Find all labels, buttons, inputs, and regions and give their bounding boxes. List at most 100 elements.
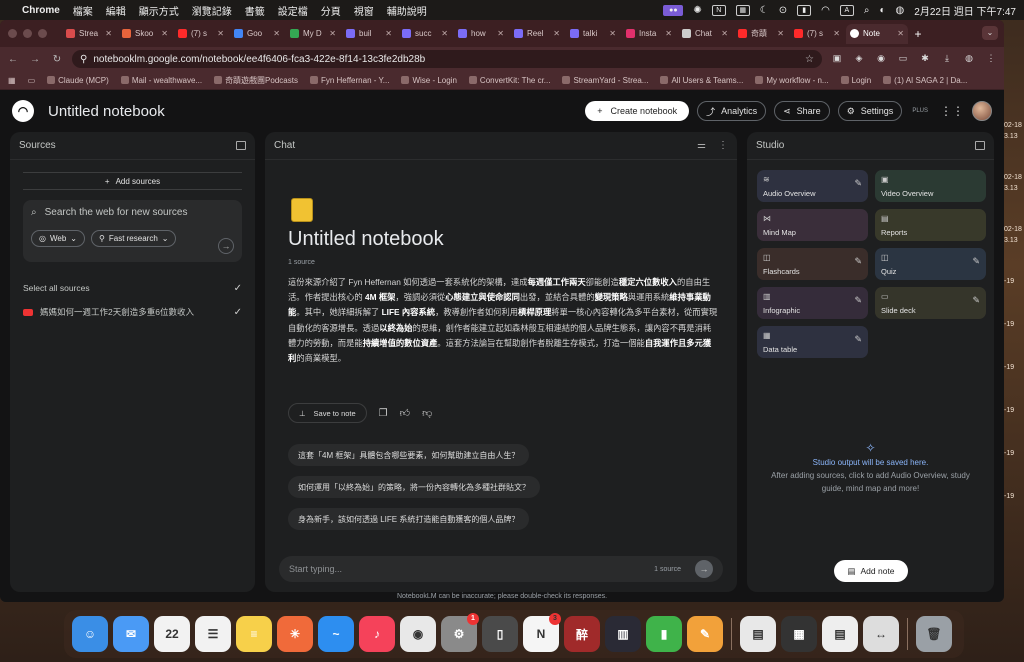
- select-all-row[interactable]: Select all sources ✓: [23, 276, 242, 300]
- tab-active[interactable]: Note ✕: [846, 23, 908, 44]
- brightness-icon[interactable]: ✺: [693, 5, 701, 16]
- bookmark-item[interactable]: StreamYard - Strea...: [562, 75, 648, 86]
- close-tab-icon[interactable]: ✕: [497, 29, 504, 38]
- studio-tile-infographic[interactable]: ▥ Infographic ✎: [757, 287, 868, 319]
- menu-item[interactable]: 檔案: [73, 3, 93, 18]
- avatar[interactable]: [972, 101, 992, 121]
- source-item[interactable]: 媽媽如何一週工作2天創造多重6位數收入 ✓: [23, 300, 242, 324]
- screen-record-icon[interactable]: ●●: [663, 4, 684, 16]
- studio-tile-mind-map[interactable]: ⋈ Mind Map: [757, 209, 868, 241]
- minimize-window-button[interactable]: [23, 29, 32, 38]
- dock-screenshot-1-icon[interactable]: ▦: [781, 616, 817, 652]
- extension-icon-2[interactable]: ◈: [852, 53, 866, 65]
- analytics-button[interactable]: ⤴ Analytics: [697, 101, 767, 121]
- zoom-window-button[interactable]: [38, 29, 47, 38]
- dock-system-settings-icon[interactable]: ⚙ 1: [441, 613, 479, 652]
- profile-icon[interactable]: ◍: [962, 53, 976, 65]
- menu-item[interactable]: 視窗: [354, 3, 374, 18]
- create-notebook-button[interactable]: + Create notebook: [585, 101, 690, 121]
- source-checkbox[interactable]: ✓: [234, 307, 242, 318]
- dock-notes-icon[interactable]: ≡: [236, 616, 272, 652]
- dock-pages-icon[interactable]: ✎: [687, 616, 723, 652]
- back-icon[interactable]: ←: [6, 54, 20, 65]
- edit-pencil-icon[interactable]: ✎: [854, 334, 862, 345]
- thumbs-up-icon[interactable]: 👍︎: [400, 407, 410, 419]
- dock-trash-icon[interactable]: 🗑: [916, 616, 952, 652]
- dock-screenshot-2-icon[interactable]: ↔: [863, 616, 899, 652]
- menubar-datetime[interactable]: 2月22日 週日 下午7:47: [914, 3, 1016, 18]
- apps-icon[interactable]: ▦: [8, 76, 16, 85]
- edit-pencil-icon[interactable]: ✎: [854, 178, 862, 189]
- web-source-dropdown[interactable]: ◎ Web ⌄: [31, 230, 85, 247]
- dock-app-dark-icon[interactable]: ▥: [605, 616, 641, 652]
- tab-search-button[interactable]: ⌄: [982, 26, 998, 40]
- add-sources-button[interactable]: + Add sources: [23, 172, 242, 190]
- browser-tab[interactable]: Strea ✕: [62, 24, 116, 44]
- notion-menubar-icon[interactable]: N: [711, 4, 726, 16]
- browser-tab[interactable]: succ ✕: [398, 24, 452, 44]
- dock-chrome-icon[interactable]: ◉: [400, 616, 436, 652]
- wifi-icon[interactable]: ◠: [821, 5, 830, 16]
- menu-item[interactable]: 顯示方式: [139, 3, 179, 18]
- chat-settings-icon[interactable]: ⚌: [697, 140, 706, 151]
- browser-tab[interactable]: (7) s ✕: [790, 24, 844, 44]
- dock-doc-2-icon[interactable]: ▤: [822, 616, 858, 652]
- menu-item[interactable]: 瀏覽記錄: [192, 3, 232, 18]
- dock-reminders-icon[interactable]: ☰: [195, 616, 231, 652]
- edit-pencil-icon[interactable]: ✎: [972, 256, 980, 267]
- url-text[interactable]: notebooklm.google.com/notebook/ee4f6406-…: [93, 54, 425, 65]
- research-mode-dropdown[interactable]: ⚲ Fast research ⌄: [91, 230, 177, 247]
- dock-mail-icon[interactable]: ✉: [113, 616, 149, 652]
- bookmark-item[interactable]: Fyn Heffernan - Y...: [309, 75, 389, 86]
- new-tab-button[interactable]: +: [910, 24, 926, 44]
- bookmark-item[interactable]: All Users & Teams...: [660, 75, 743, 86]
- bookmark-item[interactable]: Wise - Login: [401, 75, 457, 86]
- select-all-checkbox[interactable]: ✓: [234, 283, 242, 294]
- menu-item[interactable]: 分頁: [321, 3, 341, 18]
- studio-tile-audio-overview[interactable]: ≋ Audio Overview ✎: [757, 170, 868, 202]
- studio-tile-quiz[interactable]: ◫ Quiz ✎: [875, 248, 986, 280]
- grid-menubar-icon[interactable]: ▦: [735, 4, 750, 16]
- chat-input-placeholder[interactable]: Start typing...: [289, 564, 342, 574]
- bookmark-item[interactable]: Claude (MCP): [47, 75, 109, 86]
- edit-pencil-icon[interactable]: ✎: [972, 295, 980, 306]
- bookmark-star-icon[interactable]: ☆: [805, 54, 814, 65]
- play-icon[interactable]: ⊙: [779, 5, 787, 16]
- close-tab-icon[interactable]: ✕: [665, 29, 672, 38]
- downloads-icon[interactable]: ⤓: [940, 53, 954, 65]
- thumbs-down-icon[interactable]: 👎︎: [422, 407, 432, 419]
- dock-app-red-icon[interactable]: 醉: [564, 616, 600, 652]
- bookmark-item[interactable]: ConvertKit: The cr...: [468, 75, 550, 86]
- close-tab-icon[interactable]: ✕: [833, 29, 840, 38]
- close-tab-icon[interactable]: ✕: [273, 29, 280, 38]
- spotlight-icon[interactable]: ⌕: [864, 5, 870, 16]
- close-tab-icon[interactable]: ✕: [553, 29, 560, 38]
- dock-iphone-mirroring-icon[interactable]: ▯: [482, 616, 518, 652]
- extensions-puzzle-icon[interactable]: ✱: [918, 53, 932, 65]
- dock-doc-1-icon[interactable]: ▤: [740, 616, 776, 652]
- close-tab-icon[interactable]: ✕: [777, 29, 784, 38]
- dock-numbers-icon[interactable]: ▮: [646, 616, 682, 652]
- menu-item[interactable]: 書籤: [245, 3, 265, 18]
- address-bar[interactable]: ⚲ notebooklm.google.com/notebook/ee4f640…: [72, 50, 822, 68]
- studio-tile-slide-deck[interactable]: ▭ Slide deck ✎: [875, 287, 986, 319]
- studio-tile-flashcards[interactable]: ◫ Flashcards ✎: [757, 248, 868, 280]
- studio-tile-data-table[interactable]: ▦ Data table ✎: [757, 326, 868, 358]
- siri-icon[interactable]: ◍: [896, 5, 905, 16]
- moon-icon[interactable]: ☾: [760, 5, 769, 16]
- browser-tab[interactable]: Chat ✕: [678, 24, 732, 44]
- suggested-question[interactable]: 這套「4M 框架」具體包含哪些要素，如何幫助建立自由人生？: [288, 444, 530, 466]
- collapse-panel-icon[interactable]: [236, 141, 246, 150]
- send-button[interactable]: →: [695, 560, 713, 578]
- bookmark-item[interactable]: My workflow - n...: [755, 75, 829, 86]
- browser-tab[interactable]: Reel ✕: [510, 24, 564, 44]
- share-button[interactable]: ⋖ Share: [774, 101, 830, 121]
- notebooklm-logo-icon[interactable]: ◠: [12, 100, 34, 122]
- collapse-panel-icon[interactable]: [975, 141, 985, 150]
- edit-pencil-icon[interactable]: ✎: [854, 295, 862, 306]
- close-tab-icon[interactable]: ✕: [721, 29, 728, 38]
- chat-input[interactable]: Start typing... 1 source →: [279, 556, 723, 582]
- dock-finder-icon[interactable]: ☺: [72, 616, 108, 652]
- source-item-title[interactable]: 媽媽如何一週工作2天創造多重6位數收入: [40, 306, 194, 318]
- suggested-question[interactable]: 如何運用「以終為始」的策略，將一份內容轉化為多種社群貼文？: [288, 476, 540, 498]
